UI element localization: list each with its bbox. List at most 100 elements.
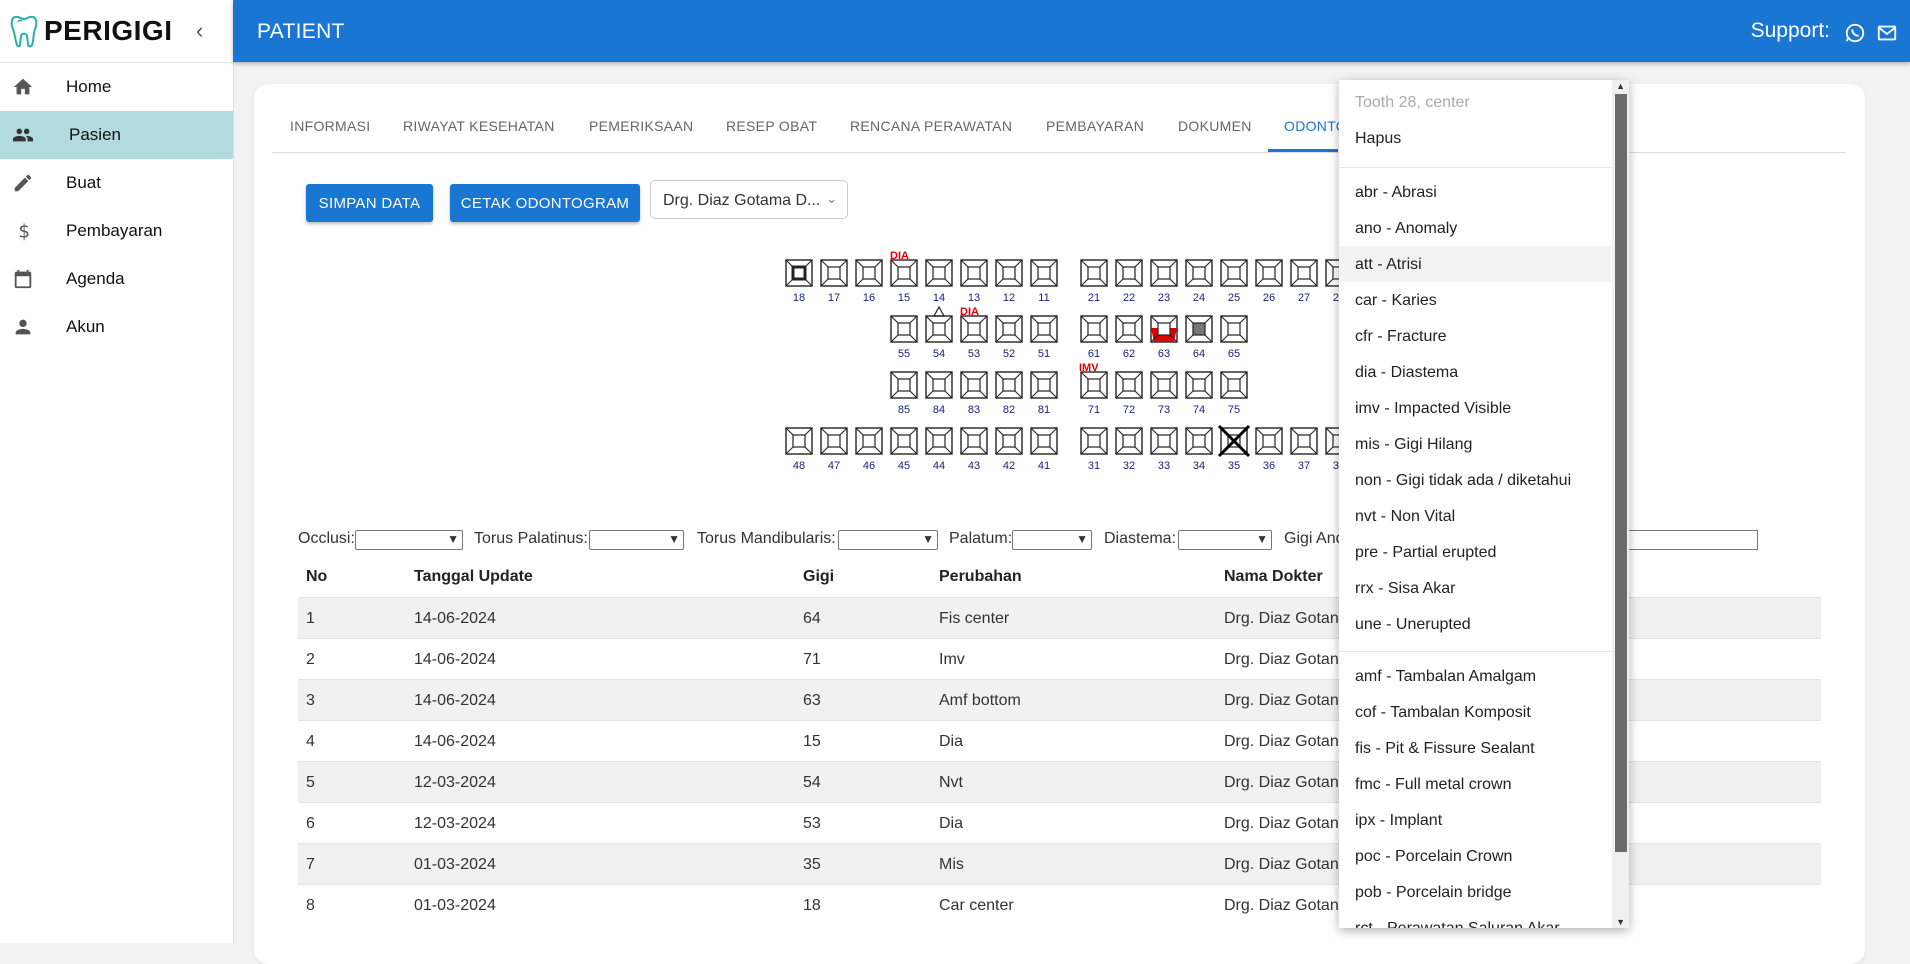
table-cell: 2 bbox=[306, 651, 315, 668]
menu-item[interactable]: ipx - Implant bbox=[1339, 802, 1611, 838]
header-no: No bbox=[306, 568, 328, 585]
scroll-down-icon[interactable]: ▼ bbox=[1616, 917, 1625, 927]
menu-divider bbox=[1339, 651, 1611, 652]
tab-informasi[interactable]: INFORMASI bbox=[290, 118, 370, 134]
menu-item[interactable]: cof - Tambalan Komposit bbox=[1339, 694, 1611, 730]
table-cell: Drg. Diaz Gotan bbox=[1224, 815, 1339, 832]
menu-item[interactable]: car - Karies bbox=[1339, 282, 1611, 318]
tab-odontogram[interactable]: ODONTO bbox=[1284, 118, 1347, 134]
scroll-up-icon[interactable]: ▲ bbox=[1616, 81, 1625, 91]
menu-item[interactable]: cfr - Fracture bbox=[1339, 318, 1611, 354]
diastema-label: Diastema: bbox=[1104, 530, 1177, 547]
menu-item-hapus[interactable]: Hapus bbox=[1339, 120, 1611, 156]
calendar-icon bbox=[14, 269, 32, 289]
table-cell: 3 bbox=[306, 692, 315, 709]
menu-item[interactable]: amf - Tambalan Amalgam bbox=[1339, 658, 1611, 694]
table-cell: 1 bbox=[306, 610, 315, 627]
menu-item[interactable]: non - Gigi tidak ada / diketahui bbox=[1339, 462, 1611, 498]
table-cell: 15 bbox=[803, 733, 821, 750]
people-icon bbox=[12, 128, 34, 142]
menu-item[interactable]: imv - Impacted Visible bbox=[1339, 390, 1611, 426]
table-cell: 5 bbox=[306, 774, 315, 791]
tab-resep-obat[interactable]: RESEP OBAT bbox=[726, 118, 817, 134]
menu-item[interactable]: dia - Diastema bbox=[1339, 354, 1611, 390]
menu-item[interactable]: nvt - Non Vital bbox=[1339, 498, 1611, 534]
menu-item[interactable]: pre - Partial erupted bbox=[1339, 534, 1611, 570]
table-cell: 54 bbox=[803, 774, 821, 791]
table-cell: 12-03-2024 bbox=[414, 815, 496, 832]
table-cell: 35 bbox=[803, 856, 821, 873]
header-perubahan: Perubahan bbox=[939, 568, 1022, 585]
torus-palatinus-label: Torus Palatinus: bbox=[474, 530, 588, 547]
menu-item[interactable]: rrx - Sisa Akar bbox=[1339, 570, 1611, 606]
header-tanggal: Tanggal Update bbox=[414, 568, 533, 585]
tab-rencana-perawatan[interactable]: RENCANA PERAWATAN bbox=[850, 118, 1012, 134]
menu-item[interactable]: ano - Anomaly bbox=[1339, 210, 1611, 246]
sidebar-item-label: Home bbox=[66, 77, 112, 96]
menu-item[interactable]: une - Unerupted bbox=[1339, 606, 1611, 642]
gigi-anomali-input[interactable] bbox=[1628, 530, 1758, 550]
gigi-anomali-label: Gigi And bbox=[1284, 530, 1345, 547]
brand-name: PERIGIGI bbox=[44, 15, 173, 46]
table-cell: 4 bbox=[306, 733, 315, 750]
tab-pembayaran[interactable]: PEMBAYARAN bbox=[1046, 118, 1144, 134]
table-cell: Imv bbox=[939, 651, 965, 668]
tab-pemeriksaan[interactable]: PEMERIKSAAN bbox=[589, 118, 693, 134]
sidebar-item-pembayaran[interactable]: $ Pembayaran bbox=[0, 207, 233, 255]
menu-item[interactable]: poc - Porcelain Crown bbox=[1339, 838, 1611, 874]
collapse-sidebar-icon[interactable]: ‹ bbox=[196, 18, 203, 44]
sidebar-item-agenda[interactable]: Agenda bbox=[0, 255, 233, 303]
occlusi-select[interactable]: ▼ bbox=[355, 530, 463, 550]
menu-item[interactable]: fis - Pit & Fissure Sealant bbox=[1339, 730, 1611, 766]
menu-item[interactable]: pob - Porcelain bridge bbox=[1339, 874, 1611, 910]
active-tab-indicator bbox=[1268, 149, 1338, 152]
tooth-logo-icon bbox=[10, 15, 38, 48]
menu-item[interactable]: fmc - Full metal crown bbox=[1339, 766, 1611, 802]
header-nama-dokter: Nama Dokter bbox=[1224, 568, 1323, 585]
menu-divider bbox=[1339, 167, 1611, 168]
save-data-button[interactable]: SIMPAN DATA bbox=[306, 184, 433, 222]
sidebar-item-label: Akun bbox=[66, 317, 105, 336]
sidebar: PERIGIGI ‹ Home Pasien Buat $ Pembayaran… bbox=[0, 0, 234, 943]
sidebar-item-label: Agenda bbox=[66, 269, 125, 288]
palatum-select[interactable]: ▼ bbox=[1012, 530, 1092, 550]
menu-item[interactable]: abr - Abrasi bbox=[1339, 174, 1611, 210]
mail-icon[interactable] bbox=[1876, 22, 1898, 44]
menu-scrollbar[interactable]: ▲ ▼ bbox=[1612, 80, 1629, 928]
chevron-down-icon: ⌄ bbox=[826, 191, 837, 206]
table-cell: 63 bbox=[803, 692, 821, 709]
torus-mandibularis-select[interactable]: ▼ bbox=[838, 530, 938, 550]
table-cell: 8 bbox=[306, 897, 315, 914]
table-cell: 53 bbox=[803, 815, 821, 832]
table-cell: 6 bbox=[306, 815, 315, 832]
torus-palatinus-select[interactable]: ▼ bbox=[589, 530, 684, 550]
table-cell: Car center bbox=[939, 897, 1014, 914]
menu-placeholder[interactable]: Tooth 28, center bbox=[1339, 84, 1611, 120]
sidebar-item-label: Pasien bbox=[69, 125, 121, 144]
print-odontogram-button[interactable]: CETAK ODONTOGRAM bbox=[450, 184, 640, 222]
tab-riwayat-kesehatan[interactable]: RIWAYAT KESEHATAN bbox=[403, 118, 555, 134]
table-cell: 14-06-2024 bbox=[414, 692, 496, 709]
sidebar-item-pasien[interactable]: Pasien bbox=[0, 111, 233, 159]
sidebar-item-buat[interactable]: Buat bbox=[0, 159, 233, 207]
menu-item[interactable]: att - Atrisi bbox=[1339, 246, 1611, 282]
table-cell: Dia bbox=[939, 733, 964, 750]
doctor-select[interactable]: Drg. Diaz Gotama D... ⌄ bbox=[650, 180, 848, 219]
sidebar-item-akun[interactable]: Akun bbox=[0, 303, 233, 351]
diastema-select[interactable]: ▼ bbox=[1178, 530, 1272, 550]
table-cell: 71 bbox=[803, 651, 821, 668]
support-label: Support: bbox=[1750, 19, 1830, 42]
home-icon bbox=[13, 78, 33, 95]
menu-item[interactable]: rct - Perawatan Saluran Akar bbox=[1339, 910, 1611, 928]
table-cell: Drg. Diaz Gotan bbox=[1224, 856, 1339, 873]
whatsapp-icon[interactable] bbox=[1844, 22, 1866, 44]
tab-dokumen[interactable]: DOKUMEN bbox=[1178, 118, 1252, 134]
occlusi-label: Occlusi: bbox=[298, 530, 355, 547]
menu-item[interactable]: mis - Gigi Hilang bbox=[1339, 426, 1611, 462]
pencil-icon bbox=[14, 174, 32, 192]
table-cell: Fis center bbox=[939, 610, 1010, 627]
table-cell: Drg. Diaz Gotan bbox=[1224, 733, 1339, 750]
table-cell: Mis bbox=[939, 856, 964, 873]
sidebar-item-home[interactable]: Home bbox=[0, 63, 233, 111]
scrollbar-thumb[interactable] bbox=[1615, 94, 1627, 852]
